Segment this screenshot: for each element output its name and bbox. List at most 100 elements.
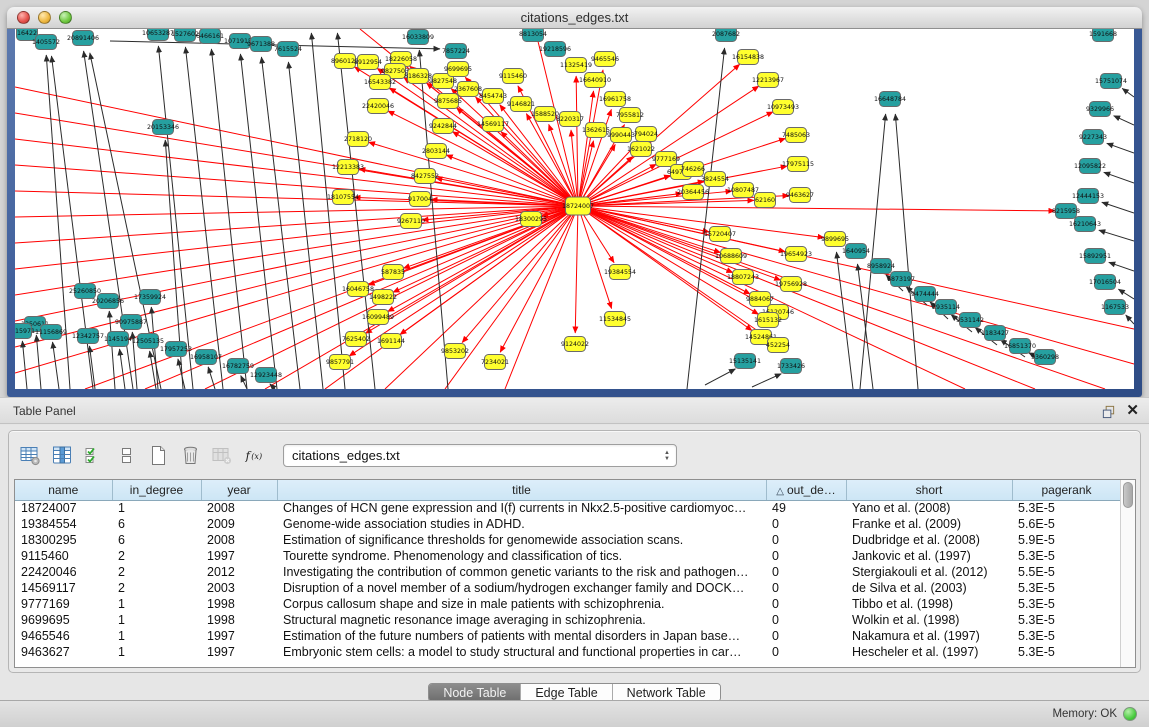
black-edge[interactable] [53, 342, 59, 389]
table-options-icon[interactable] [17, 442, 43, 468]
black-edge[interactable] [705, 369, 735, 385]
table-cell[interactable]: 0 [766, 596, 846, 612]
graph-node[interactable]: 1167533 [1101, 300, 1129, 315]
black-edge[interactable] [36, 335, 41, 389]
black-edge[interactable] [895, 114, 918, 389]
select-all-check-icon[interactable] [81, 442, 107, 468]
red-edge[interactable] [15, 165, 578, 206]
black-edge[interactable] [261, 57, 300, 389]
graph-node[interactable]: 9699695 [444, 62, 472, 77]
table-cell[interactable]: Franke et al. (2009) [846, 516, 1012, 532]
graph-node[interactable]: 9474444 [911, 287, 939, 302]
graph-node[interactable]: 16851370 [1004, 339, 1036, 354]
graph-node[interactable]: 794024 [634, 127, 658, 142]
new-table-icon[interactable] [145, 442, 171, 468]
table-row[interactable]: 1938455462009Genome-wide association stu… [15, 516, 1120, 532]
graph-node[interactable]: 16033809 [402, 30, 434, 45]
red-edge[interactable] [15, 139, 578, 206]
table-cell[interactable]: 0 [766, 628, 846, 644]
graph-node[interactable]: 6466161 [196, 29, 224, 44]
graph-node[interactable]: 16958107 [190, 350, 222, 365]
black-edge[interactable] [185, 47, 223, 389]
table-cell[interactable]: Disruption of a novel member of a sodium… [277, 580, 766, 596]
table-cell[interactable]: Jankovic et al. (1997) [846, 548, 1012, 564]
red-edge[interactable] [505, 206, 578, 389]
table-cell[interactable]: Estimation of significance thresholds fo… [277, 532, 766, 548]
table-cell[interactable]: 2 [112, 548, 201, 564]
table-cell[interactable]: 1997 [201, 628, 277, 644]
table-cell[interactable]: 0 [766, 548, 846, 564]
table-cell[interactable]: Yano et al. (2008) [846, 500, 1012, 516]
graph-node[interactable]: 9857791 [326, 355, 354, 370]
graph-node[interactable]: 7234021 [481, 355, 509, 370]
red-edge[interactable] [578, 206, 1035, 389]
table-cell[interactable]: 9465546 [15, 628, 112, 644]
graph-node[interactable]: 8813054 [519, 29, 547, 42]
red-edge[interactable] [15, 206, 578, 295]
table-cell[interactable]: 5.9E-5 [1012, 532, 1120, 548]
table-row[interactable]: 969969511998Structural magnetic resonanc… [15, 612, 1120, 628]
graph-node[interactable]: 15751074 [1095, 74, 1127, 89]
table-cell[interactable]: 18724007 [15, 500, 112, 516]
table-row[interactable]: 946362711997Embryonic stem cells: a mode… [15, 644, 1120, 660]
table-cell[interactable]: 1998 [201, 596, 277, 612]
black-edge[interactable] [1107, 143, 1134, 153]
tab-network-table[interactable]: Network Table [613, 684, 720, 701]
graph-node[interactable]: 9242844 [429, 119, 457, 134]
graph-node[interactable]: 19384554 [604, 265, 636, 280]
column-header-title[interactable]: title [277, 480, 766, 500]
graph-node[interactable]: 9531142 [956, 313, 984, 328]
graph-node[interactable]: 17359924 [134, 290, 166, 305]
table-cell[interactable]: 6 [112, 516, 201, 532]
table-cell[interactable]: 6 [112, 532, 201, 548]
graph-node[interactable]: 9884067 [746, 292, 774, 307]
graph-node[interactable]: 9899695 [821, 232, 849, 247]
graph-node[interactable]: 12095822 [1074, 159, 1106, 174]
table-row[interactable]: 911546021997Tourette syndrome. Phenomeno… [15, 548, 1120, 564]
table-cell[interactable]: 14569117 [15, 580, 112, 596]
graph-node[interactable]: 1405572 [32, 35, 60, 50]
table-cell[interactable]: 49 [766, 500, 846, 516]
red-edge[interactable] [265, 206, 578, 389]
tab-node-table[interactable]: Node Table [429, 684, 521, 701]
black-edge[interactable] [1109, 262, 1134, 271]
table-cell[interactable]: 0 [766, 532, 846, 548]
table-row[interactable]: 977716911998Corpus callosum shape and si… [15, 596, 1120, 612]
graph-node[interactable]: 9465546 [591, 52, 619, 67]
graph-node[interactable]: 1591668 [1089, 29, 1117, 42]
graph-node[interactable]: 62160 [755, 193, 776, 208]
delete-trash-icon[interactable] [177, 442, 203, 468]
graph-node[interactable]: 10653287 [142, 29, 174, 41]
table-cell[interactable]: Tourette syndrome. Phenomenology and cla… [277, 548, 766, 564]
table-cell[interactable]: Investigating the contribution of common… [277, 564, 766, 580]
table-cell[interactable]: 5.3E-5 [1012, 548, 1120, 564]
red-edge[interactable] [445, 206, 578, 389]
graph-node[interactable]: 12444153 [1072, 189, 1104, 204]
table-cell[interactable]: 2012 [201, 564, 277, 580]
graph-node[interactable]: 9227343 [1079, 130, 1107, 145]
graph-node[interactable]: 19218596 [539, 42, 571, 57]
table-cell[interactable]: Embryonic stem cells: a model to study s… [277, 644, 766, 660]
table-cell[interactable]: 9699695 [15, 612, 112, 628]
graph-node[interactable]: 9329966 [1086, 102, 1114, 117]
graph-node[interactable]: 746266 [681, 162, 705, 177]
table-cell[interactable]: 19384554 [15, 516, 112, 532]
black-edge[interactable] [1104, 172, 1134, 183]
red-edge[interactable] [15, 191, 578, 206]
graph-node[interactable]: 12342757 [72, 329, 104, 344]
window-titlebar[interactable]: citations_edges.txt [7, 7, 1142, 29]
graph-node[interactable]: 9990443 [607, 128, 635, 143]
graph-node[interactable]: 10688609 [715, 249, 747, 264]
graph-node[interactable]: 9463627 [786, 188, 814, 203]
row-boxes-icon[interactable] [113, 442, 139, 468]
table-cell[interactable]: 22420046 [15, 564, 112, 580]
float-panel-icon[interactable] [1101, 404, 1116, 419]
graph-node[interactable]: 11534845 [599, 312, 631, 327]
graph-node[interactable]: 14569117 [477, 117, 509, 132]
table-cell[interactable]: 5.3E-5 [1012, 580, 1120, 596]
table-cell[interactable]: 1997 [201, 548, 277, 564]
graph-node[interactable]: 8220317 [556, 112, 584, 127]
graph-node[interactable]: 9124022 [561, 337, 589, 352]
graph-node[interactable]: 17975115 [782, 157, 814, 172]
graph-node[interactable]: 16961758 [599, 92, 631, 107]
